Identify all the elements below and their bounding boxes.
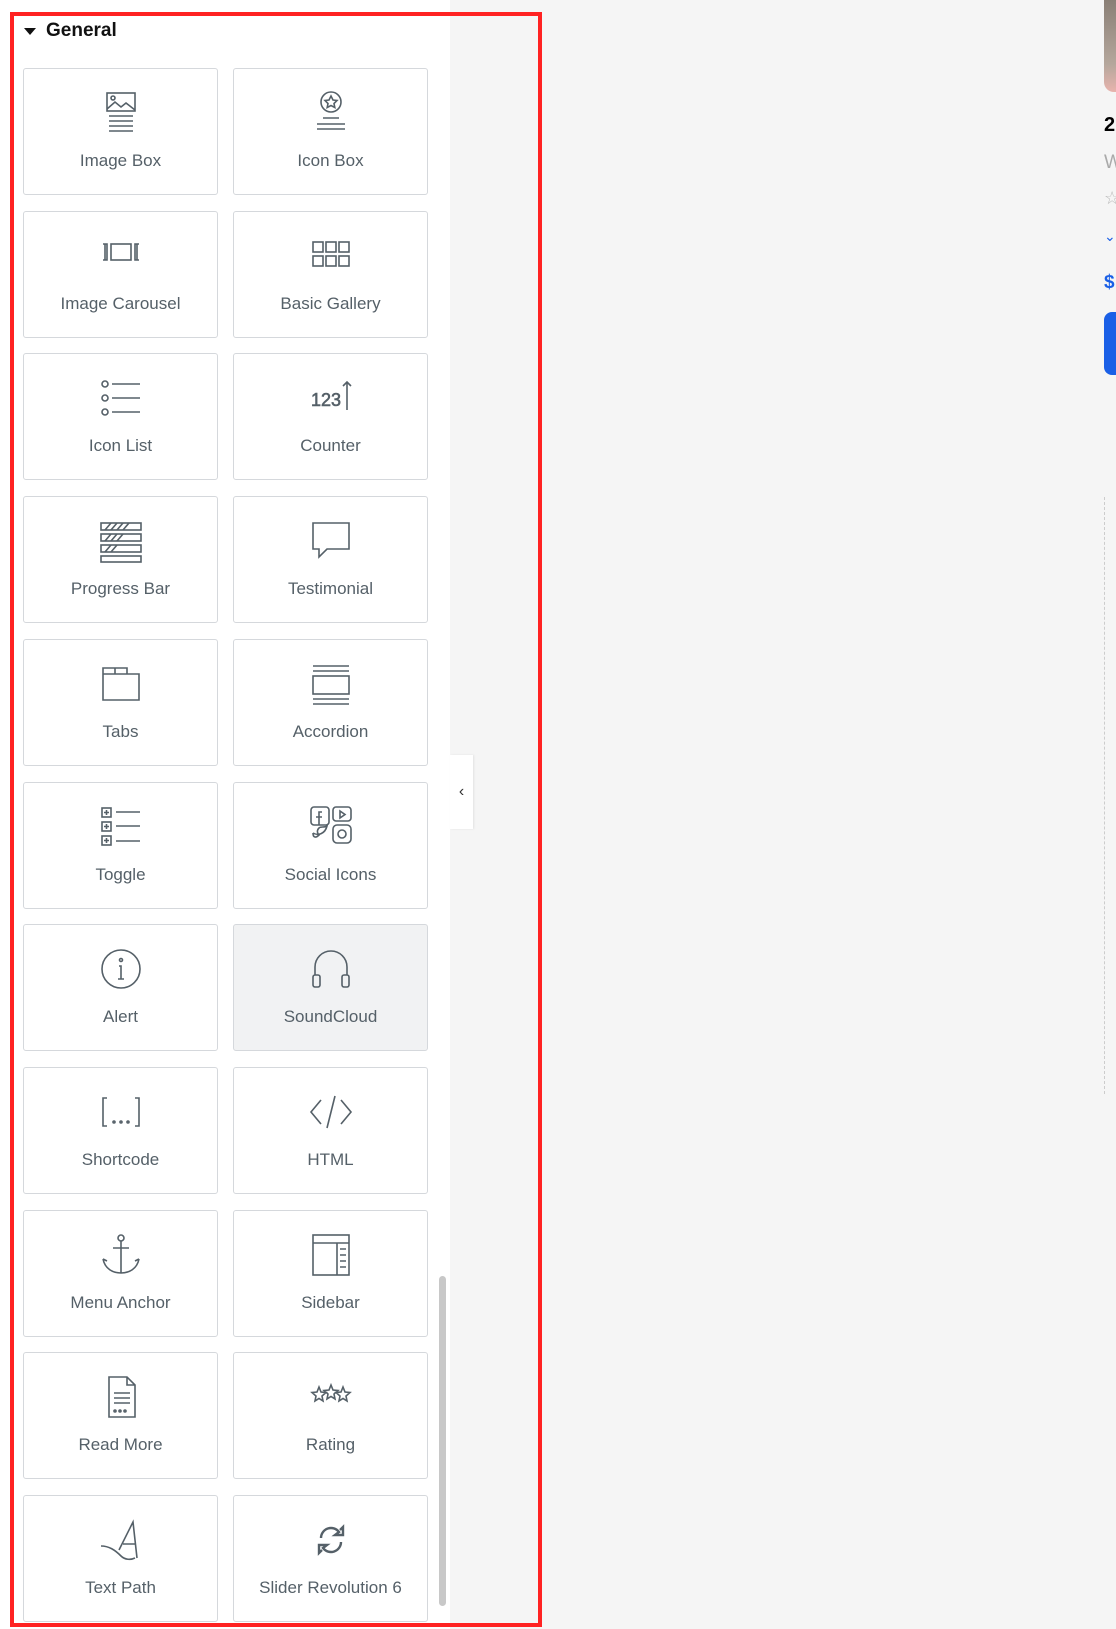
widget-tile[interactable]: Image Box [23, 68, 218, 195]
image-box-icon [105, 92, 136, 132]
product-image [1104, 0, 1116, 92]
product-subtitle: W [1104, 152, 1116, 173]
widget-label: Alert [103, 1007, 138, 1027]
shortcode-icon [101, 1097, 140, 1127]
widget-label: Counter [300, 436, 361, 456]
widget-tile[interactable]: Accordion [233, 638, 428, 766]
scrollbar[interactable] [439, 1276, 446, 1606]
widget-tile[interactable]: SoundCloud [233, 924, 428, 1052]
widget-tile[interactable]: Icon List [23, 353, 218, 481]
widget-tile[interactable]: Sidebar [233, 1209, 428, 1337]
widget-label: Basic Gallery [280, 293, 381, 313]
widget-tile[interactable]: Toggle [23, 781, 218, 909]
text-path-icon [100, 1519, 138, 1561]
widget-tile[interactable]: Text Path [23, 1495, 218, 1622]
widget-tile[interactable]: HTML [233, 1066, 428, 1194]
widget-label: Shortcode [81, 1149, 160, 1169]
widget-label: Read More [78, 1435, 163, 1455]
testimonial-icon [311, 522, 350, 560]
soundcloud-icon [311, 950, 350, 988]
widget-label: Slider Revolution 6 [259, 1578, 402, 1597]
widget-tile[interactable]: Icon Box [233, 68, 428, 195]
anchor-icon [101, 1233, 140, 1274]
widget-tile[interactable]: Progress Bar [23, 496, 218, 624]
widget-tile[interactable]: Menu Anchor [23, 1209, 218, 1337]
widget-label: Image Carousel [60, 293, 181, 313]
widget-label: Menu Anchor [70, 1292, 171, 1312]
widget-label: Toggle [95, 864, 146, 884]
widget-tile[interactable]: Testimonial [233, 496, 428, 624]
section-title: General [46, 20, 117, 41]
progress-bar-icon [99, 522, 142, 563]
dashed-section [1104, 497, 1116, 1094]
product-price: $ [1104, 272, 1115, 293]
add-to-cart-button[interactable] [1104, 312, 1116, 375]
widget-label: Icon Box [297, 151, 364, 170]
widget-label: Sidebar [301, 1292, 360, 1312]
widget-label: Testimonial [287, 579, 374, 599]
toggle-icon [100, 806, 140, 846]
widget-tile[interactable]: Slider Revolution 6 [233, 1495, 428, 1622]
widget-label: Text Path [85, 1578, 156, 1597]
widget-label: Rating [305, 1435, 356, 1455]
widget-tile[interactable]: Image Carousel [23, 210, 218, 338]
chevron-left-icon: ‹ [458, 783, 465, 800]
sidebar-icon [311, 1233, 350, 1276]
accordion-icon [311, 664, 350, 705]
counter-icon: 123 [310, 381, 352, 411]
caret-down-icon [24, 27, 36, 35]
gallery-icon [311, 240, 350, 267]
icon-list-icon [100, 380, 140, 417]
collapse-panel-button[interactable]: ‹ [450, 755, 473, 829]
widget-tile[interactable]: Shortcode [23, 1066, 218, 1194]
html-icon [309, 1095, 352, 1129]
widget-label: Icon List [88, 436, 153, 456]
widget-label: Progress Bar [70, 579, 171, 599]
widget-tile[interactable]: Read More [23, 1352, 218, 1480]
widget-tile[interactable]: Tabs [23, 638, 218, 766]
widget-tile[interactable]: Rating [233, 1352, 428, 1480]
widgets-panel: General Image Box Icon Box Image Carousel B… [0, 0, 450, 1629]
tabs-icon [101, 666, 140, 701]
rating-icon [309, 1383, 352, 1403]
icon-box-icon [316, 91, 345, 130]
svg-text:123: 123 [311, 390, 341, 410]
slider-revolution-icon [317, 1524, 344, 1556]
widget-label: HTML [307, 1149, 354, 1169]
product-title: 2 [1104, 114, 1116, 136]
alert-icon [100, 949, 141, 989]
widget-label: Accordion [292, 721, 369, 741]
chevron-down-icon[interactable]: ⌄ [1104, 228, 1116, 245]
widget-tile[interactable]: Basic Gallery [233, 210, 428, 338]
widget-tile[interactable]: Alert [23, 924, 218, 1052]
widget-label: Tabs [102, 721, 139, 741]
star-icon: ☆ [1104, 188, 1116, 208]
widget-tile[interactable]: Social Icons [233, 781, 428, 909]
section-header-general[interactable]: General [24, 20, 117, 42]
widget-tile[interactable]: 123 Counter [233, 353, 428, 481]
image-carousel-icon [102, 242, 139, 261]
widget-label: SoundCloud [283, 1007, 378, 1027]
widget-label: Image Box [79, 151, 162, 170]
widget-label: Social Icons [284, 864, 377, 884]
read-more-icon [107, 1376, 136, 1419]
social-icons-icon [309, 805, 352, 844]
